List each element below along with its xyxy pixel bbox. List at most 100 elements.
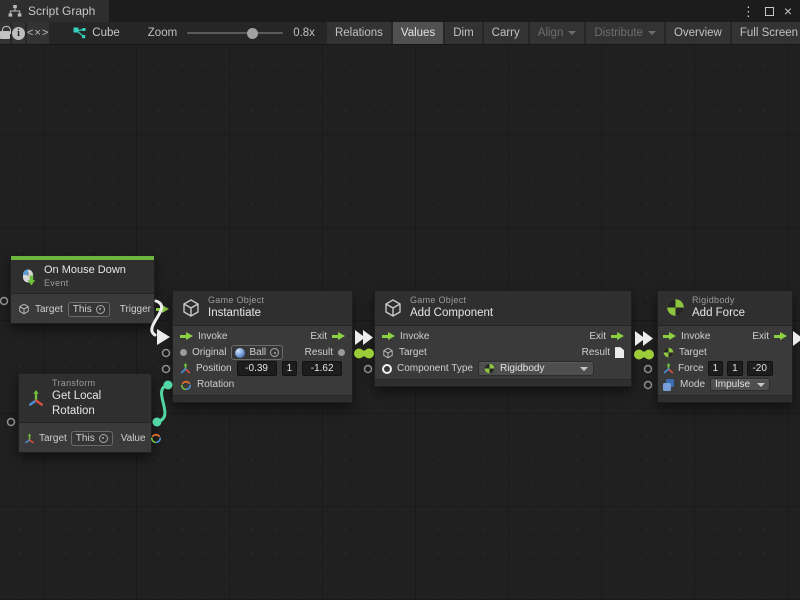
target-port-label: Target bbox=[39, 433, 67, 444]
flow-link-arrow-icon[interactable] bbox=[363, 330, 373, 345]
mouse-icon bbox=[19, 268, 37, 286]
node-subtitle: Rigidbody bbox=[692, 295, 745, 306]
target-value: This bbox=[73, 304, 92, 315]
component-result-icon[interactable] bbox=[615, 347, 624, 358]
zoom-slider[interactable] bbox=[187, 32, 283, 34]
input-port-ring[interactable] bbox=[1, 298, 8, 305]
exit-port-label: Exit bbox=[752, 331, 769, 342]
input-port-ring[interactable] bbox=[365, 366, 372, 373]
flow-link-arrow-icon[interactable] bbox=[635, 331, 645, 346]
exit-port-label: Exit bbox=[589, 331, 606, 342]
flow-link-arrow-icon[interactable] bbox=[643, 331, 653, 346]
position-z-field[interactable]: -1.62 bbox=[302, 361, 342, 376]
tab-script-graph[interactable]: Script Graph bbox=[0, 0, 109, 22]
exit-port-label: Exit bbox=[310, 331, 327, 342]
object-picker-icon[interactable] bbox=[270, 348, 279, 357]
zoom-value: 0.8x bbox=[293, 27, 315, 39]
chevron-down-icon bbox=[757, 383, 765, 387]
object-picker-icon[interactable] bbox=[96, 305, 105, 314]
flow-link-arrow-icon[interactable] bbox=[793, 331, 800, 346]
flow-input-port[interactable] bbox=[180, 332, 193, 341]
inspect-button[interactable]: i bbox=[12, 22, 25, 44]
value-input-port[interactable] bbox=[180, 349, 187, 356]
position-axis-icon bbox=[180, 363, 191, 374]
position-x-field[interactable]: -0.39 bbox=[237, 361, 277, 376]
value-link-dot-icon bbox=[634, 350, 644, 360]
close-icon[interactable]: × bbox=[784, 4, 792, 18]
input-port-ring[interactable] bbox=[645, 382, 652, 389]
node-header: Game Object Instantiate bbox=[173, 291, 352, 326]
game-object-icon bbox=[383, 298, 403, 318]
input-port-ring[interactable] bbox=[163, 350, 170, 357]
flow-output-port[interactable] bbox=[611, 332, 624, 341]
maximize-icon[interactable] bbox=[765, 7, 774, 16]
lock-button[interactable] bbox=[0, 22, 10, 44]
target-port-label: Target bbox=[679, 347, 707, 358]
flow-input-port[interactable] bbox=[382, 332, 395, 341]
flow-output-port[interactable] bbox=[156, 305, 169, 314]
dim-button[interactable]: Dim bbox=[445, 22, 481, 44]
mode-port-label: Mode bbox=[680, 379, 705, 390]
target-value: This bbox=[76, 433, 95, 444]
zoom-slider-thumb[interactable] bbox=[247, 28, 258, 39]
node-footer bbox=[375, 379, 631, 386]
original-value: Ball bbox=[249, 347, 266, 358]
force-mode-icon bbox=[663, 379, 675, 391]
flow-output-port[interactable] bbox=[332, 332, 345, 341]
input-port-ring[interactable] bbox=[8, 419, 15, 426]
position-y-field[interactable]: 1 bbox=[282, 361, 298, 376]
flow-link-arrow-icon[interactable] bbox=[355, 330, 365, 345]
wire-value-to-rotation[interactable] bbox=[157, 385, 167, 422]
relations-button[interactable]: Relations bbox=[327, 22, 391, 44]
value-port-label: Value bbox=[121, 433, 146, 444]
target-port-label: Target bbox=[35, 304, 63, 315]
graph-name-label: Cube bbox=[92, 27, 120, 39]
node-title: On Mouse Down bbox=[44, 264, 126, 278]
node-add-component[interactable]: Game Object Add Component Invoke Exit Ta… bbox=[374, 290, 632, 387]
target-value-chip[interactable]: This bbox=[71, 431, 113, 446]
node-subtitle: Transform bbox=[52, 378, 143, 389]
type-input-port[interactable] bbox=[382, 364, 392, 374]
graph-toolbar: i <×> Cube Zoom 0.8x Relations Values Di… bbox=[0, 22, 800, 45]
edit-graph-button[interactable]: <×> bbox=[27, 22, 49, 44]
force-y-field[interactable]: 1 bbox=[727, 361, 743, 376]
target-value-chip[interactable]: This bbox=[68, 302, 110, 317]
value-output-port[interactable] bbox=[338, 349, 345, 356]
node-title: Add Force bbox=[692, 306, 745, 320]
node-get-local-rotation[interactable]: Transform Get Local Rotation Target This… bbox=[18, 373, 152, 453]
align-button[interactable]: Align bbox=[530, 22, 585, 44]
window-menu-icon[interactable]: ⋮ bbox=[742, 5, 755, 18]
overview-button[interactable]: Overview bbox=[666, 22, 730, 44]
script-graph-icon bbox=[73, 27, 86, 40]
value-link-dot-icon bbox=[354, 349, 364, 359]
input-port-ring[interactable] bbox=[163, 366, 170, 373]
info-icon: i bbox=[12, 27, 25, 40]
force-z-field[interactable]: -20 bbox=[747, 361, 773, 376]
mode-dropdown[interactable]: Impulse bbox=[710, 378, 770, 391]
flow-output-port[interactable] bbox=[774, 332, 787, 341]
flow-input-port[interactable] bbox=[663, 332, 676, 341]
zoom-label: Zoom bbox=[148, 27, 177, 39]
object-picker-icon[interactable] bbox=[99, 434, 108, 443]
zoom-control: Zoom 0.8x bbox=[148, 22, 321, 44]
node-header: Transform Get Local Rotation bbox=[19, 374, 151, 423]
force-x-field[interactable]: 1 bbox=[708, 361, 724, 376]
graph-canvas[interactable]: On Mouse Down Event Target This Trigger bbox=[0, 45, 800, 600]
node-instantiate[interactable]: Game Object Instantiate Invoke Exit Orig… bbox=[172, 290, 353, 403]
original-value-chip[interactable]: Ball bbox=[231, 345, 283, 360]
node-add-force[interactable]: Rigidbody Add Force Invoke Exit Target bbox=[657, 290, 793, 403]
component-type-dropdown[interactable]: Rigidbody bbox=[478, 361, 594, 376]
input-port-ring[interactable] bbox=[645, 366, 652, 373]
distribute-button[interactable]: Distribute bbox=[586, 22, 664, 44]
values-button[interactable]: Values bbox=[393, 22, 443, 44]
carry-button[interactable]: Carry bbox=[484, 22, 528, 44]
invoke-port-label: Invoke bbox=[198, 331, 227, 342]
value-link-dot-icon bbox=[364, 349, 374, 359]
node-on-mouse-down[interactable]: On Mouse Down Event Target This Trigger bbox=[10, 255, 155, 324]
graph-reference[interactable]: Cube bbox=[73, 22, 120, 44]
node-footer bbox=[658, 395, 792, 402]
rotation-icon[interactable] bbox=[150, 432, 162, 444]
result-port-label: Result bbox=[582, 347, 610, 358]
window-controls: ⋮ × bbox=[742, 0, 800, 22]
fullscreen-button[interactable]: Full Screen bbox=[732, 22, 800, 44]
